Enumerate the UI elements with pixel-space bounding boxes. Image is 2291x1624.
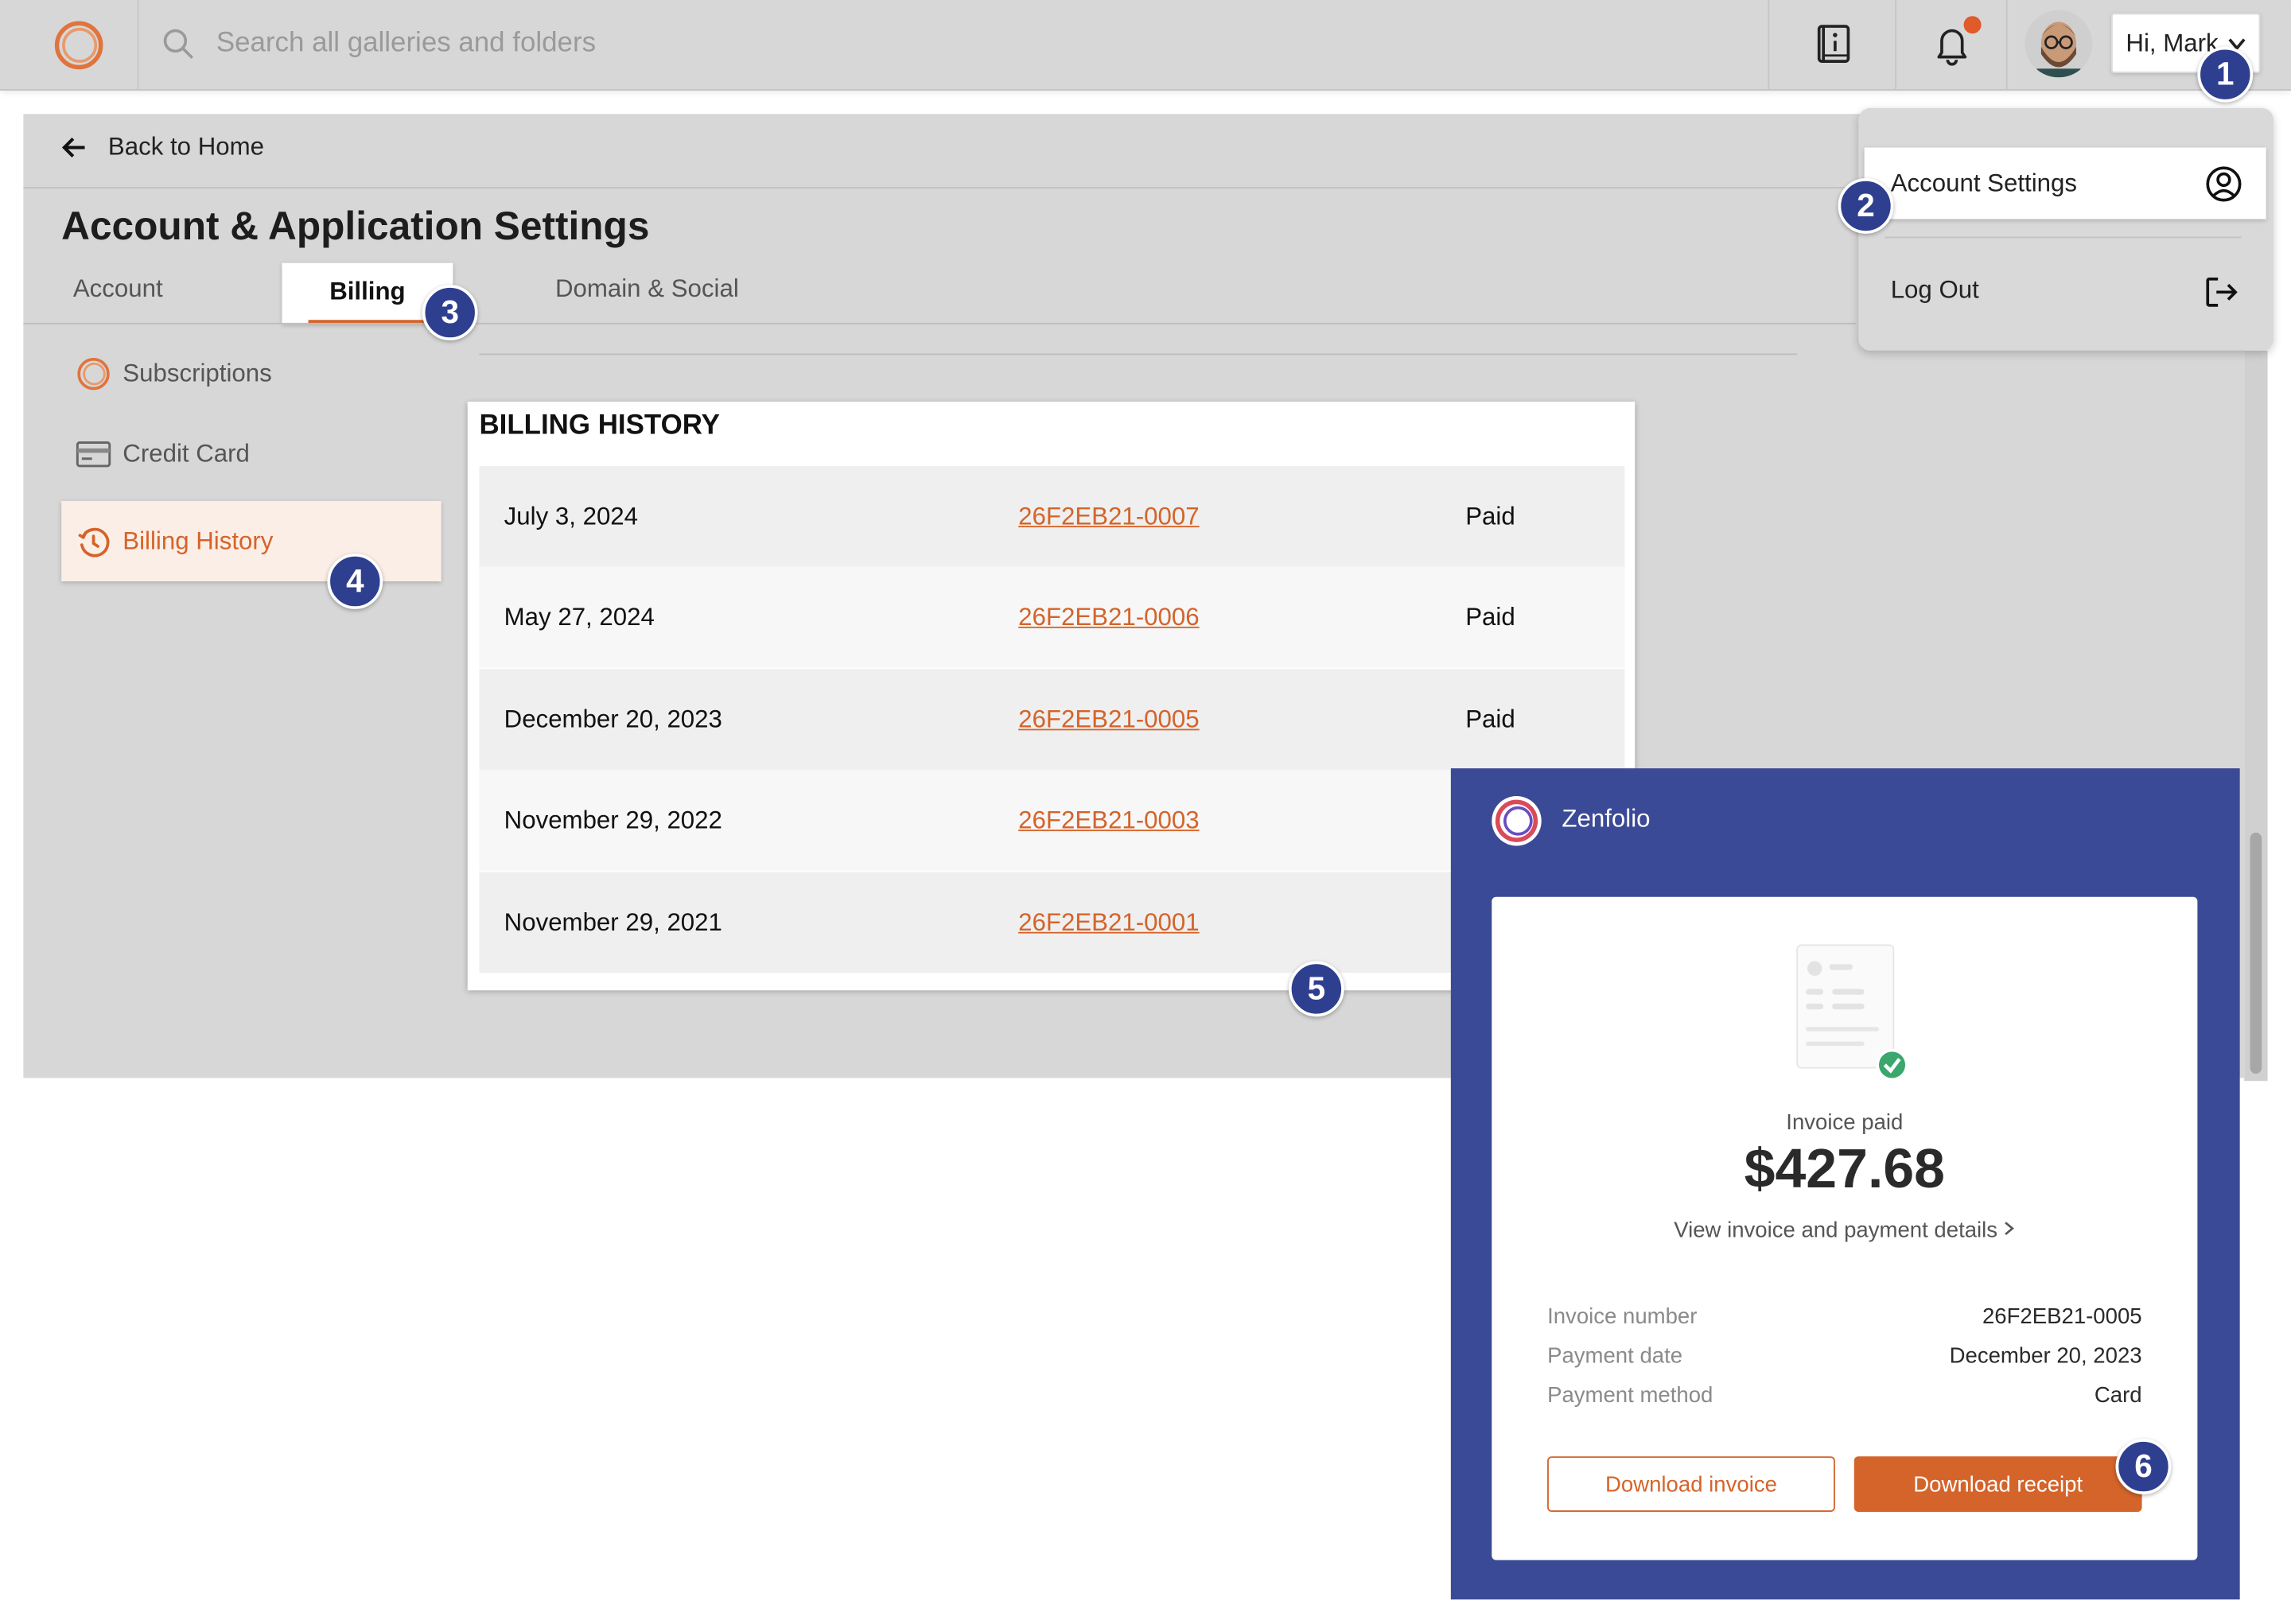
table-row: July 3, 2024 26F2EB21-0007 Paid — [479, 465, 1625, 567]
menu-divider — [1885, 236, 2242, 239]
sidebar-item-label: Billing History — [123, 526, 274, 555]
header-divider — [2005, 0, 2008, 91]
sidebar-item-label: Subscriptions — [123, 359, 272, 387]
billing-history-title: BILLING HISTORY — [479, 410, 720, 441]
step-badge: 4 — [327, 554, 383, 609]
page-title: Account & Application Settings — [61, 204, 650, 249]
invoice-link[interactable]: 26F2EB21-0003 — [1018, 806, 1199, 836]
detail-value: Card — [2094, 1383, 2142, 1408]
menu-item-account-settings[interactable]: Account Settings — [1864, 147, 2266, 220]
sidebar-item-subscriptions[interactable]: Subscriptions — [76, 356, 272, 391]
search-input[interactable] — [216, 20, 1093, 68]
user-circle-icon — [2206, 166, 2242, 202]
link-label: View invoice and payment details — [1674, 1218, 1998, 1244]
invoice-link[interactable]: 26F2EB21-0007 — [1018, 503, 1199, 532]
user-greeting: Hi, Mark — [2126, 28, 2219, 56]
credit-card-icon — [76, 441, 111, 468]
back-label: Back to Home — [107, 133, 265, 161]
avatar[interactable] — [2025, 10, 2093, 78]
download-receipt-button[interactable]: Download receipt — [1853, 1456, 2142, 1512]
content-divider — [479, 353, 1798, 355]
sidebar-item-billing-history[interactable]: Billing History — [61, 500, 441, 582]
detail-value: December 20, 2023 — [1949, 1343, 2142, 1369]
header-divider — [137, 0, 139, 91]
back-to-home-link[interactable]: Back to Home — [61, 133, 264, 162]
scrollbar-thumb[interactable] — [2250, 832, 2262, 1074]
tab-divider — [23, 322, 1856, 324]
invoice-number-row: Invoice number 26F2EB21-0005 — [1547, 1304, 2142, 1334]
payment-date-row: Payment date December 20, 2023 — [1547, 1344, 2142, 1373]
arrow-left-icon — [61, 138, 85, 157]
sidebar-item-credit-card[interactable]: Credit Card — [76, 437, 250, 472]
view-invoice-details-link[interactable]: View invoice and payment details — [1492, 1218, 2197, 1243]
help-book-icon[interactable] — [1811, 21, 1857, 68]
header-divider — [1895, 0, 1897, 91]
tab-billing-label: Billing — [329, 277, 406, 305]
invoice-link[interactable]: 26F2EB21-0006 — [1018, 604, 1199, 633]
invoice-link[interactable]: 26F2EB21-0005 — [1018, 705, 1199, 735]
header-divider — [1768, 0, 1770, 91]
notification-dot — [1963, 16, 1982, 34]
step-badge: 5 — [1288, 961, 1344, 1017]
top-header: Hi, Mark — [0, 0, 2291, 91]
row-date: July 3, 2024 — [504, 502, 639, 530]
status-text: Paid — [1465, 603, 1515, 631]
step-badge: 2 — [1838, 178, 1894, 234]
status-text: Paid — [1465, 705, 1515, 734]
invoice-paid-label: Invoice paid — [1786, 1109, 1904, 1136]
zenfolio-logo-icon — [1492, 796, 1542, 846]
detail-label: Payment method — [1547, 1383, 1713, 1408]
tab-account[interactable]: Account — [73, 274, 163, 304]
row-date: November 29, 2021 — [504, 908, 722, 937]
history-icon — [78, 526, 110, 557]
invoice-amount: $427.68 — [1744, 1139, 1945, 1201]
subscriptions-logo-icon — [77, 357, 110, 390]
menu-item-log-out[interactable]: Log Out — [1891, 276, 1979, 305]
zenfolio-logo-icon[interactable] — [53, 19, 105, 72]
paid-document-icon — [1796, 944, 1908, 1082]
invoice-link[interactable]: 26F2EB21-0001 — [1018, 908, 1199, 938]
download-invoice-button[interactable]: Download invoice — [1547, 1456, 1835, 1512]
sidebar-item-label: Credit Card — [123, 439, 250, 468]
detail-label: Payment date — [1547, 1343, 1683, 1369]
log-out-icon[interactable] — [2202, 273, 2240, 311]
user-avatar-icon — [2025, 10, 2093, 78]
detail-value: 26F2EB21-0005 — [1982, 1304, 2142, 1330]
user-dropdown-menu — [1858, 107, 2273, 351]
step-badge: 3 — [422, 285, 478, 340]
payment-method-row: Payment method Card — [1547, 1383, 2142, 1412]
detail-label: Invoice number — [1547, 1304, 1698, 1330]
row-date: December 20, 2023 — [504, 705, 722, 734]
table-row: December 20, 2023 26F2EB21-0005 Paid — [479, 669, 1625, 770]
row-date: November 29, 2022 — [504, 806, 722, 834]
row-date: May 27, 2024 — [504, 603, 655, 631]
search-icon — [163, 29, 193, 59]
tab-domain-social[interactable]: Domain & Social — [555, 274, 739, 304]
step-badge: 1 — [2197, 46, 2254, 103]
status-text: Paid — [1465, 502, 1515, 530]
chevron-right-icon — [2005, 1222, 2015, 1236]
table-row: May 27, 2024 26F2EB21-0006 Paid — [479, 566, 1625, 668]
menu-item-label: Account Settings — [1890, 169, 2078, 197]
receipt-brand: Zenfolio — [1562, 805, 1651, 833]
step-badge: 6 — [2115, 1439, 2172, 1494]
